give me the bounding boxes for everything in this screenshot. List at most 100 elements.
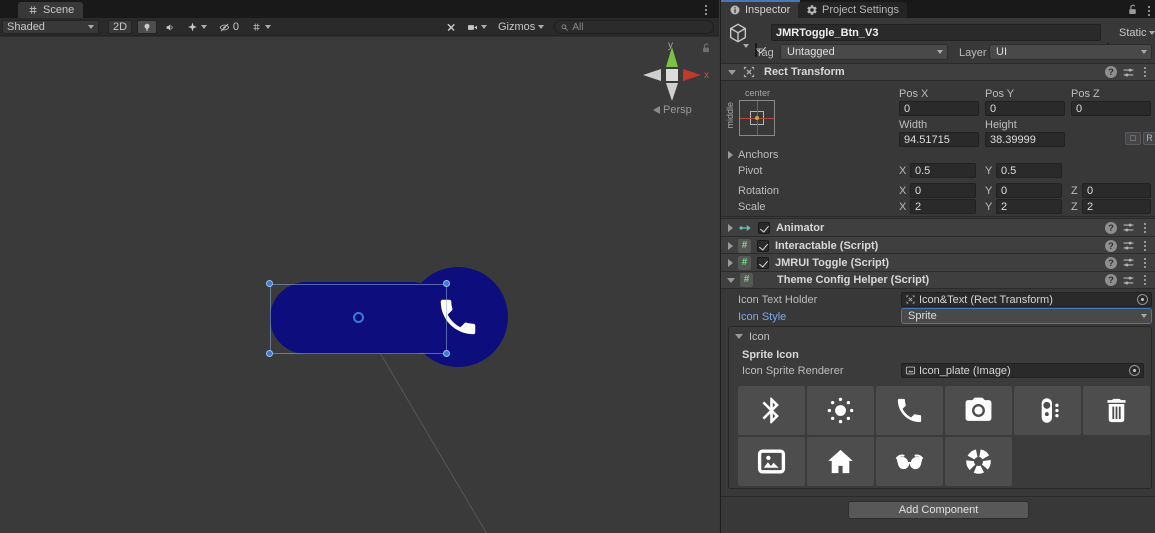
tab-project-settings[interactable]: Project Settings <box>798 2 907 18</box>
foldout-closed-icon[interactable] <box>728 242 733 250</box>
perspective-toggle[interactable]: Persp <box>653 104 692 116</box>
component-kebab-icon[interactable] <box>1140 64 1150 80</box>
rotation-y-field[interactable]: 0 <box>996 183 1062 198</box>
help-icon[interactable]: ? <box>1105 257 1117 269</box>
scene-lighting-button[interactable] <box>137 20 157 34</box>
object-picker-icon[interactable] <box>1137 294 1148 305</box>
icon-tile-brightness[interactable] <box>807 386 874 435</box>
scene-search-input[interactable] <box>572 22 708 33</box>
blueprint-mode-button[interactable]: □ <box>1125 132 1141 145</box>
inspector-lock-icon[interactable] <box>1126 3 1139 16</box>
pos-y-field[interactable]: 0 <box>985 101 1065 116</box>
bluetooth-icon <box>756 395 787 426</box>
presets-icon[interactable] <box>1122 256 1135 269</box>
rotation-z-field[interactable]: 0 <box>1082 183 1151 198</box>
foldout-open-icon[interactable] <box>728 70 736 75</box>
icon-tile-remote-control[interactable] <box>1014 386 1081 435</box>
icon-tile-image[interactable] <box>738 437 805 486</box>
icon-tile-glasses[interactable] <box>876 437 943 486</box>
layer-dropdown[interactable]: UI <box>989 44 1152 60</box>
icon-tile-trash[interactable] <box>1083 386 1150 435</box>
scene-visibility-button[interactable]: 0 <box>214 20 244 34</box>
pivot-handle[interactable] <box>353 312 364 323</box>
gameobject-name-field[interactable]: JMRToggle_Btn_V3 <box>771 24 1101 41</box>
help-icon[interactable]: ? <box>1105 222 1117 234</box>
scene-tools-button[interactable] <box>441 20 461 34</box>
selection-handle-top-left[interactable] <box>266 280 273 287</box>
toggle-2d-button[interactable]: 2D <box>108 20 132 34</box>
gizmos-dropdown[interactable]: Gizmos <box>493 20 549 34</box>
shading-mode-dropdown[interactable]: Shaded <box>2 20 99 34</box>
component-enabled-checkbox[interactable] <box>757 257 769 269</box>
selection-handle-bottom-right[interactable] <box>443 350 450 357</box>
presets-icon[interactable] <box>1122 66 1135 79</box>
selection-handle-top-right[interactable] <box>443 280 450 287</box>
anchors-foldout-icon[interactable] <box>728 151 733 159</box>
icon-sprite-renderer-field[interactable]: Icon_plate (Image) <box>901 363 1144 378</box>
icon-style-dropdown[interactable]: Sprite <box>901 308 1152 324</box>
rotation-label: Rotation <box>738 185 779 197</box>
component-enabled-checkbox[interactable] <box>758 222 770 234</box>
pos-z-field[interactable]: 0 <box>1071 101 1151 116</box>
icon-foldout-icon[interactable] <box>735 334 743 339</box>
rect-transform-header[interactable]: Rect Transform ? <box>721 63 1155 81</box>
scale-z-field[interactable]: 2 <box>1082 199 1151 214</box>
help-icon[interactable]: ? <box>1105 240 1117 252</box>
layer-label: Layer <box>959 47 987 59</box>
component-kebab-icon[interactable] <box>1140 220 1150 236</box>
component-kebab-icon[interactable] <box>1140 238 1150 254</box>
object-picker-icon[interactable] <box>1129 365 1140 376</box>
presets-icon[interactable] <box>1122 274 1135 287</box>
anchor-preset-widget[interactable] <box>739 100 775 136</box>
scene-menu-kebab-icon[interactable] <box>701 2 711 18</box>
scene-viewport[interactable]: y x Persp <box>0 36 719 533</box>
component-header-interactable[interactable]: # Interactable (Script) ? <box>721 236 1155 254</box>
sprite-icon-label: Sprite Icon <box>742 349 799 361</box>
icon-tile-shutter[interactable] <box>945 437 1012 486</box>
pivot-y-field[interactable]: 0.5 <box>996 163 1062 178</box>
pivot-x-field[interactable]: 0.5 <box>910 163 976 178</box>
foldout-open-icon[interactable] <box>727 278 735 283</box>
scene-audio-button[interactable] <box>160 20 180 34</box>
component-header-theme-config-helper[interactable]: # Theme Config Helper (Script) ? <box>721 271 1155 289</box>
scale-y-field[interactable]: 2 <box>996 199 1062 214</box>
add-component-button[interactable]: Add Component <box>848 501 1029 519</box>
anchor-vertical-label: middle <box>725 102 735 129</box>
width-field[interactable]: 94.51715 <box>899 132 979 147</box>
icon-tile-camera[interactable] <box>945 386 1012 435</box>
gear-icon <box>806 4 818 16</box>
component-enabled-checkbox[interactable] <box>757 240 769 252</box>
tab-inspector[interactable]: Inspector <box>721 0 800 18</box>
component-kebab-icon[interactable] <box>1140 255 1150 271</box>
inspector-menu-kebab-icon[interactable] <box>1144 3 1154 19</box>
component-header-animator[interactable]: Animator ? <box>721 218 1155 236</box>
scene-grid-dropdown[interactable] <box>246 20 276 34</box>
scene-camera-dropdown[interactable] <box>462 20 492 34</box>
scene-search-field[interactable] <box>554 20 714 34</box>
static-chevron-icon[interactable] <box>1149 31 1155 35</box>
pos-x-field[interactable]: 0 <box>899 101 979 116</box>
rotation-x-field[interactable]: 0 <box>910 183 976 198</box>
scale-x-field[interactable]: 2 <box>910 199 976 214</box>
presets-icon[interactable] <box>1122 221 1135 234</box>
icon-tile-phone[interactable] <box>876 386 943 435</box>
icon-tile-home[interactable] <box>807 437 874 486</box>
foldout-closed-icon[interactable] <box>728 259 733 267</box>
gizmo-lock-icon[interactable] <box>700 42 712 54</box>
height-field[interactable]: 38.39999 <box>985 132 1065 147</box>
presets-icon[interactable] <box>1122 239 1135 252</box>
foldout-closed-icon[interactable] <box>728 224 733 232</box>
component-kebab-icon[interactable] <box>1140 272 1150 288</box>
icon-tile-bluetooth[interactable] <box>738 386 805 435</box>
scene-effects-dropdown[interactable] <box>182 20 212 34</box>
raw-edit-mode-button[interactable]: R <box>1143 132 1155 145</box>
help-icon[interactable]: ? <box>1105 66 1117 78</box>
icon-text-holder-field[interactable]: Icon&Text (Rect Transform) <box>901 292 1152 307</box>
selection-handle-bottom-left[interactable] <box>266 350 273 357</box>
tab-scene[interactable]: Scene <box>18 2 83 18</box>
help-icon[interactable]: ? <box>1105 274 1117 286</box>
tag-dropdown[interactable]: Untagged <box>780 44 948 60</box>
gameobject-cube-icon[interactable] <box>727 22 749 44</box>
component-header-jmrui-toggle[interactable]: # JMRUI Toggle (Script) ? <box>721 253 1155 271</box>
gameobject-icon-chevron[interactable] <box>743 44 749 48</box>
